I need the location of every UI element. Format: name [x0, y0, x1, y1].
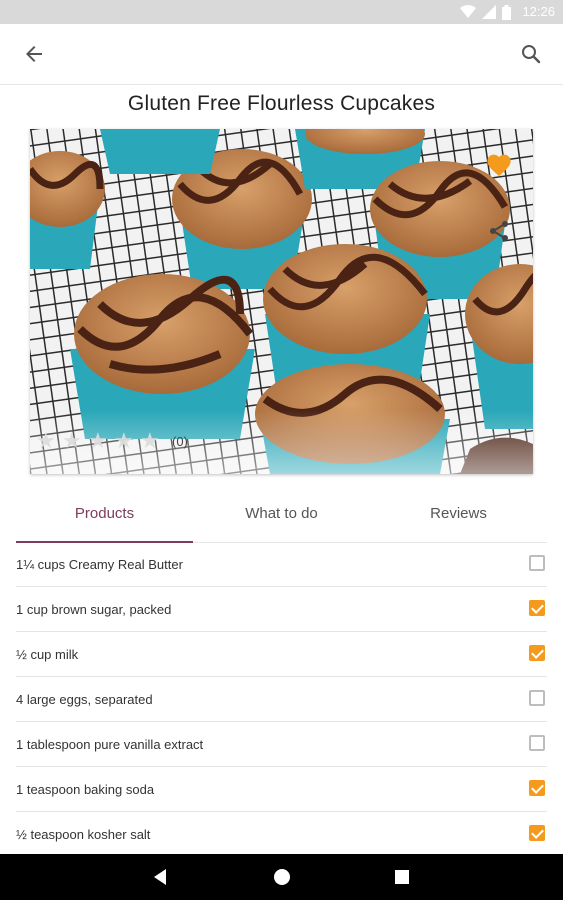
star-icon[interactable]: ★ — [114, 430, 136, 452]
ingredient-label: 1 tablespoon pure vanilla extract — [16, 736, 204, 752]
recipe-tabs: Products What to do Reviews — [16, 494, 547, 543]
star-icon[interactable]: ★ — [140, 430, 162, 452]
rating-overlay: ★ ★ ★ ★ ★ (0) — [30, 410, 533, 474]
ingredient-label: 4 large eggs, separated — [16, 691, 153, 707]
ingredient-checkbox[interactable] — [529, 735, 545, 751]
list-item[interactable]: ½ teaspoon kosher salt — [16, 812, 547, 857]
favorite-heart-icon[interactable] — [485, 151, 513, 177]
arrow-left-icon[interactable] — [22, 42, 46, 66]
recipe-title: Gluten Free Flourless Cupcakes — [127, 92, 436, 115]
star-icon[interactable]: ★ — [36, 430, 58, 452]
rating-count: (0) — [172, 433, 188, 449]
star-icon[interactable]: ★ — [88, 430, 110, 452]
status-bar: 12:26 — [0, 0, 563, 24]
wifi-icon — [460, 5, 476, 18]
star-icon[interactable]: ★ — [62, 430, 84, 452]
ingredient-checkbox[interactable] — [529, 645, 545, 661]
signal-icon — [482, 5, 496, 19]
search-icon[interactable] — [519, 42, 543, 66]
star-rating[interactable]: ★ ★ ★ ★ ★ (0) — [36, 430, 188, 452]
list-item[interactable]: 1¼ cups Creamy Real Butter — [16, 542, 547, 587]
status-time: 12:26 — [522, 4, 555, 19]
app-toolbar — [0, 24, 563, 85]
ingredient-label: 1 cup brown sugar, packed — [16, 601, 172, 617]
ingredient-label: ½ cup milk — [16, 646, 79, 662]
ingredient-label: 1 teaspoon baking soda — [16, 781, 155, 797]
ingredient-checkbox[interactable] — [529, 690, 545, 706]
battery-icon — [502, 4, 511, 20]
ingredient-checkbox[interactable] — [529, 555, 545, 571]
ingredient-label: ½ teaspoon kosher salt — [16, 826, 151, 842]
recipe-image: ★ ★ ★ ★ ★ (0) — [30, 129, 533, 474]
ingredient-checkbox[interactable] — [529, 600, 545, 616]
share-icon[interactable] — [487, 219, 511, 243]
nav-back-icon[interactable] — [150, 866, 172, 888]
list-item[interactable]: 1 tablespoon pure vanilla extract — [16, 722, 547, 767]
tab-what-to-do[interactable]: What to do — [193, 494, 370, 542]
tab-reviews[interactable]: Reviews — [370, 494, 547, 542]
list-item[interactable]: ½ cup milk — [16, 632, 547, 677]
tab-products[interactable]: Products — [16, 494, 193, 543]
ingredient-label: 1¼ cups Creamy Real Butter — [16, 556, 183, 572]
list-item[interactable]: 1 teaspoon baking soda — [16, 767, 547, 812]
nav-recents-icon[interactable] — [391, 866, 413, 888]
ingredients-list: 1¼ cups Creamy Real Butter 1 cup brown s… — [16, 542, 547, 857]
ingredient-checkbox[interactable] — [529, 825, 545, 841]
ingredient-checkbox[interactable] — [529, 780, 545, 796]
status-icons — [460, 4, 511, 20]
nav-home-icon[interactable] — [271, 866, 293, 888]
list-item[interactable]: 4 large eggs, separated — [16, 677, 547, 722]
system-nav-bar — [0, 854, 563, 900]
list-item[interactable]: 1 cup brown sugar, packed — [16, 587, 547, 632]
